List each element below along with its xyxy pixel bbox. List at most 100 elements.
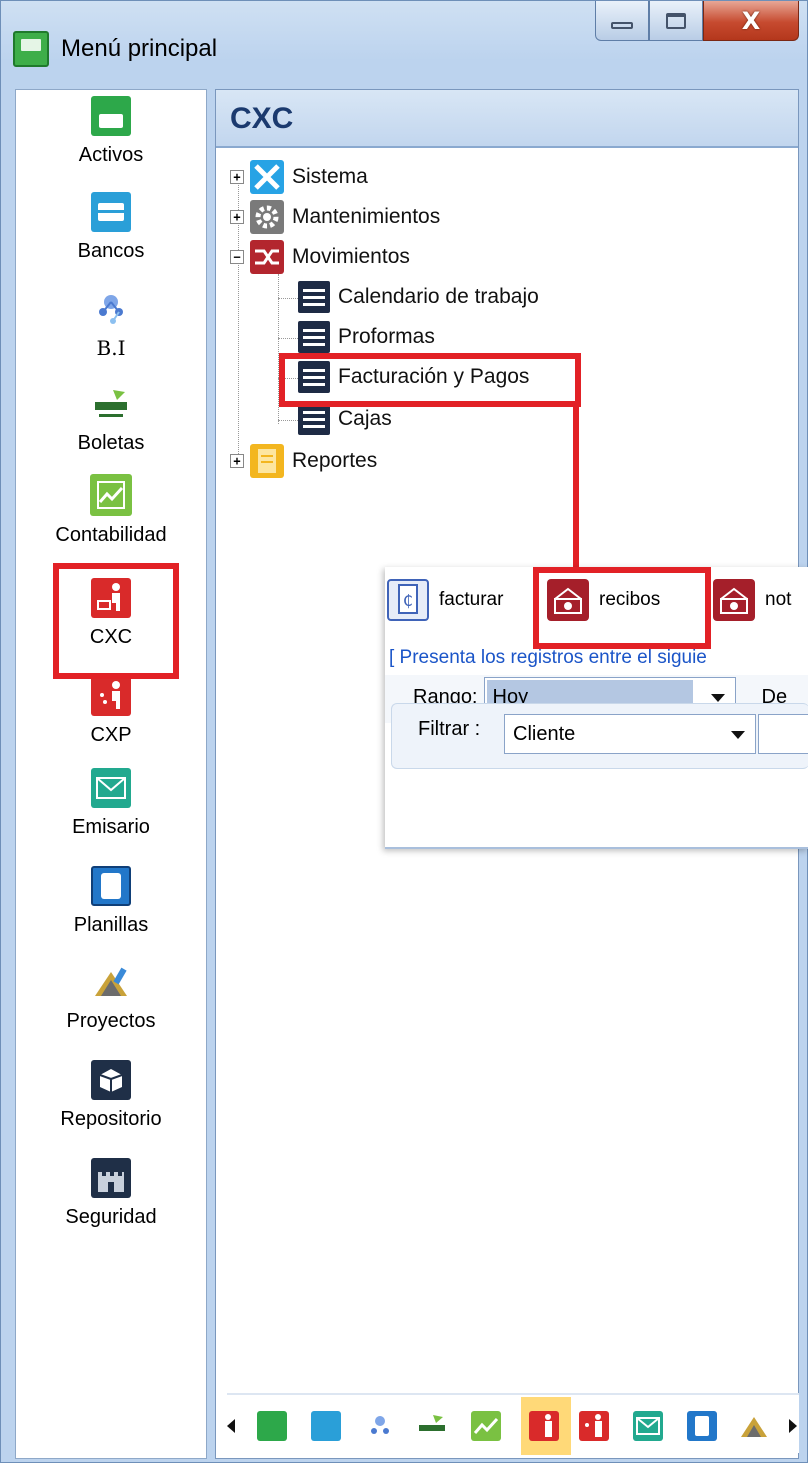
minimize-button[interactable] (595, 1, 649, 41)
tree-node-mantenimientos[interactable]: + Mantenimientos (230, 198, 440, 236)
expand-icon[interactable]: + (230, 210, 244, 224)
tree-node-label: Facturación y Pagos (338, 365, 530, 388)
module-quick-bar (227, 1393, 799, 1455)
tree-line (278, 274, 279, 424)
list-icon (298, 361, 330, 393)
fusion-logo-icon[interactable] (417, 1411, 447, 1441)
sidebar-item-bi[interactable]: B.I (16, 288, 206, 360)
facturar-button[interactable]: ₵ facturar (387, 579, 503, 621)
sidebar-item-label: B.I (96, 336, 126, 360)
tree-node-label: Proformas (338, 325, 435, 348)
fusion-logo-icon (91, 384, 131, 424)
chart-line-icon[interactable] (471, 1411, 501, 1441)
sidebar-item-label: Seguridad (65, 1206, 157, 1228)
svg-text:₵: ₵ (403, 591, 413, 610)
close-button[interactable]: X (703, 1, 799, 41)
filter-select[interactable]: Cliente (504, 714, 756, 754)
sidebar-item-label: Repositorio (60, 1108, 162, 1130)
sidebar-item-label: Contabilidad (55, 524, 167, 546)
tree-node-cajas[interactable]: Cajas (298, 400, 392, 438)
scroll-right-icon[interactable] (789, 1419, 797, 1433)
tree-node-movimientos[interactable]: − Movimientos (230, 238, 410, 276)
tools-icon (250, 160, 284, 194)
tree-node-facturacion[interactable]: Facturación y Pagos (298, 358, 529, 396)
briefcase-icon (91, 192, 131, 232)
notas-button[interactable]: not (713, 579, 791, 621)
sidebar-item-label: Activos (78, 144, 144, 166)
tree-node-label: Reportes (292, 449, 378, 472)
sidebar-item-emisario[interactable]: Emisario (16, 768, 206, 839)
recibos-button[interactable]: recibos (547, 579, 660, 621)
person-pay-icon[interactable] (579, 1411, 609, 1441)
module-sidebar: Activos Bancos B.I Boletas Contabilidad … (15, 89, 207, 1459)
filter-label: Filtrar : (418, 718, 481, 740)
sidebar-item-planillas[interactable]: Planillas (16, 866, 206, 937)
expand-icon[interactable]: + (230, 170, 244, 184)
shuffle-icon (250, 240, 284, 274)
tree-node-sistema[interactable]: + Sistema (230, 158, 368, 196)
document-icon[interactable] (687, 1411, 717, 1441)
tree-node-calendario[interactable]: Calendario de trabajo (298, 278, 539, 316)
toolbar-button-label: facturar (439, 589, 504, 610)
filter-text-input[interactable] (758, 714, 808, 754)
sidebar-item-proyectos[interactable]: Proyectos (16, 962, 206, 1033)
tree-line (278, 338, 298, 339)
tree-node-label: Cajas (338, 407, 392, 430)
cash-register-icon[interactable] (257, 1411, 287, 1441)
maximize-button[interactable] (649, 1, 703, 41)
sidebar-item-bancos[interactable]: Bancos (16, 192, 206, 263)
close-icon: X (741, 6, 761, 35)
envelope-icon[interactable] (633, 1411, 663, 1441)
sidebar-item-repositorio[interactable]: Repositorio (16, 1060, 206, 1131)
document-icon (91, 866, 131, 906)
briefcase-icon[interactable] (311, 1411, 341, 1441)
sidebar-item-label: Boletas (77, 432, 145, 454)
sidebar-item-seguridad[interactable]: Seguridad (16, 1158, 206, 1229)
tools-icon[interactable] (739, 1411, 769, 1441)
tree-line (278, 298, 298, 299)
tree-node-reportes[interactable]: + Reportes (230, 442, 377, 480)
envelope-icon (91, 768, 131, 808)
panel-title: CXC (216, 90, 798, 148)
castle-icon (91, 1158, 131, 1198)
sidebar-item-contabilidad[interactable]: Contabilidad (16, 474, 206, 547)
app-menu-icon (13, 31, 49, 67)
sidebar-item-cxp[interactable]: CXP (16, 676, 206, 747)
tree-node-label: Calendario de trabajo (338, 285, 539, 308)
cash-register-icon (91, 96, 131, 136)
list-icon (298, 281, 330, 313)
range-info-text: [ Presenta los registros entre el siguie (389, 647, 707, 668)
highlight-connector (573, 405, 579, 569)
tree-node-label: Sistema (292, 165, 368, 188)
sidebar-item-cxc[interactable]: CXC (16, 578, 206, 649)
main-menu-window: Menú principal X Activos Bancos B.I Bole… (0, 0, 808, 1463)
window-title: Menú principal (61, 35, 218, 62)
person-money-icon[interactable] (529, 1411, 559, 1441)
chevron-down-icon (710, 694, 725, 702)
toolbar-button-label: not (765, 589, 792, 610)
box-icon (91, 1060, 131, 1100)
sidebar-item-label: Bancos (77, 240, 145, 262)
person-money-icon (91, 578, 131, 618)
sidebar-item-label: CXC (89, 626, 133, 648)
collapse-icon[interactable]: − (230, 250, 244, 264)
tools-icon (91, 962, 131, 1002)
expand-icon[interactable]: + (230, 454, 244, 468)
gear-icon (250, 200, 284, 234)
sidebar-item-boletas[interactable]: Boletas (16, 384, 206, 455)
person-pay-icon (91, 676, 131, 716)
network-brain-icon[interactable] (365, 1411, 395, 1441)
maximize-icon (666, 12, 686, 29)
sidebar-item-label: Planillas (73, 914, 149, 936)
scroll-left-icon[interactable] (227, 1419, 235, 1433)
tree-node-proformas[interactable]: Proformas (298, 318, 435, 356)
title-bar[interactable]: Menú principal X (1, 1, 808, 89)
list-icon (298, 321, 330, 353)
sidebar-item-label: Proyectos (66, 1010, 156, 1032)
network-brain-icon (91, 288, 131, 328)
tree-node-label: Movimientos (292, 245, 410, 268)
cash-icon (547, 579, 589, 621)
chart-line-icon (90, 474, 132, 516)
report-icon (250, 444, 284, 478)
sidebar-item-activos[interactable]: Activos (16, 96, 206, 167)
